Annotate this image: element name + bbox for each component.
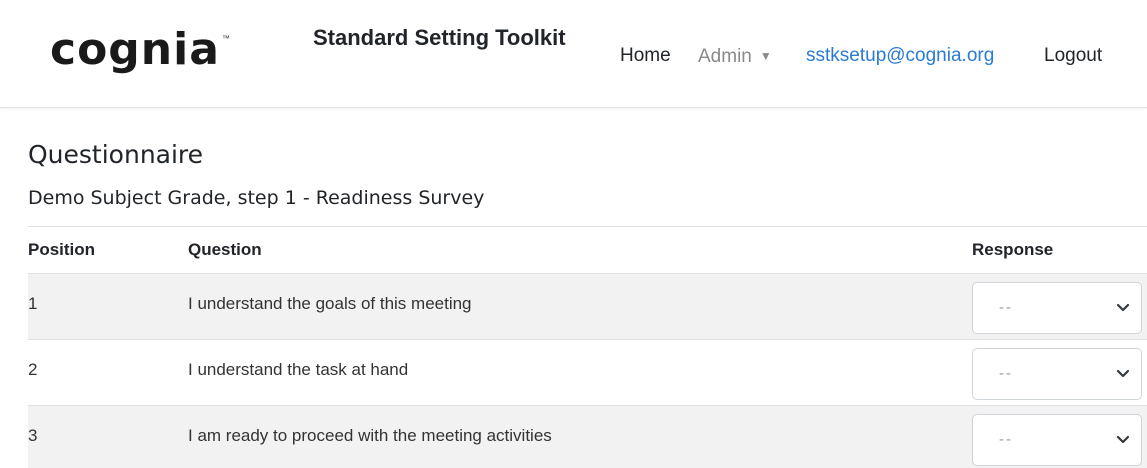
response-select[interactable]: --	[972, 348, 1142, 400]
header-position: Position	[28, 240, 96, 259]
caret-down-icon: ▼	[759, 49, 772, 63]
main-nav: Home Admin ▼ sstksetup@cognia.org Logout	[0, 44, 1147, 68]
nav-admin-dropdown[interactable]: Admin ▼	[698, 44, 772, 69]
nav-user-email-link[interactable]: sstksetup@cognia.org	[806, 44, 994, 68]
response-select-value: --	[999, 299, 1013, 316]
table-header-row: Position Question Response	[28, 227, 1147, 273]
header-response: Response	[972, 240, 1054, 259]
table-row: 3 I am ready to proceed with the meeting…	[28, 405, 1147, 468]
page-title: Questionnaire	[28, 140, 204, 169]
response-select-value: --	[999, 365, 1013, 382]
chevron-down-icon	[1116, 369, 1130, 378]
response-select-value: --	[999, 431, 1013, 448]
trademark-mark: ™	[221, 34, 230, 43]
chevron-down-icon	[1116, 435, 1130, 444]
row-question: I am ready to proceed with the meeting a…	[188, 426, 552, 445]
row-position: 2	[28, 360, 38, 379]
response-select[interactable]: --	[972, 414, 1142, 466]
questionnaire-table: Position Question Response 1 I understan…	[28, 226, 1147, 468]
header-question: Question	[188, 240, 262, 259]
nav-logout-link[interactable]: Logout	[1044, 44, 1102, 68]
table-row: 2 I understand the task at hand --	[28, 339, 1147, 405]
response-select[interactable]: --	[972, 282, 1142, 334]
row-position: 1	[28, 294, 38, 313]
nav-admin-label: Admin	[698, 46, 752, 67]
chevron-down-icon	[1116, 303, 1130, 312]
table-row: 1 I understand the goals of this meeting…	[28, 273, 1147, 339]
row-question: I understand the task at hand	[188, 360, 409, 379]
top-navbar: cognia ™ Standard Setting Toolkit Home A…	[0, 0, 1147, 108]
row-position: 3	[28, 426, 38, 445]
row-question: I understand the goals of this meeting	[188, 294, 472, 313]
page-subtitle: Demo Subject Grade, step 1 - Readiness S…	[28, 187, 485, 209]
nav-home-link[interactable]: Home	[620, 44, 671, 68]
